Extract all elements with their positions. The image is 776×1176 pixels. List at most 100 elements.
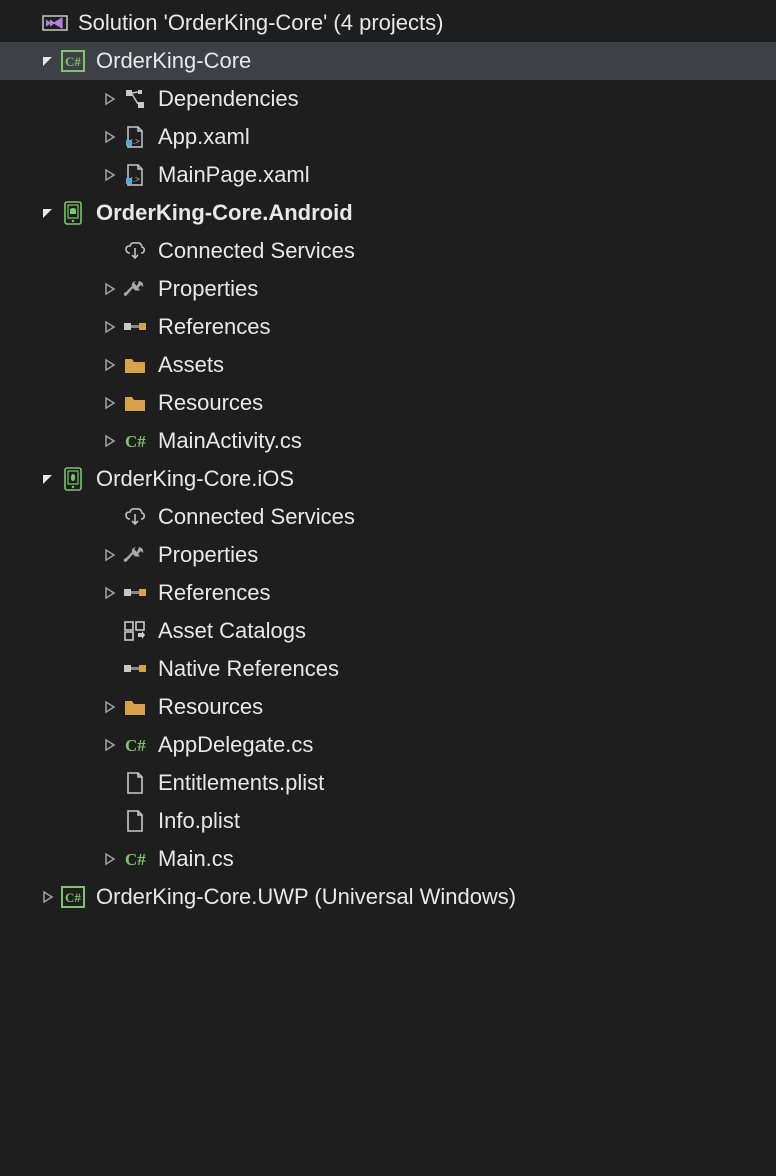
blank-arrow — [100, 773, 120, 793]
expand-toggle-icon[interactable] — [100, 127, 120, 147]
node-android-connected-label: Connected Services — [158, 240, 355, 262]
expand-toggle-icon[interactable] — [100, 165, 120, 185]
node-ios-resources[interactable]: Resources — [0, 688, 776, 726]
project-android[interactable]: OrderKing-Core.Android — [0, 194, 776, 232]
project-android-label: OrderKing-Core.Android — [96, 202, 353, 224]
node-android-references[interactable]: References — [0, 308, 776, 346]
android-project-icon — [60, 200, 86, 226]
file-icon — [122, 770, 148, 796]
csharp-file-icon: C# — [122, 846, 148, 872]
node-android-mainactivity-label: MainActivity.cs — [158, 430, 302, 452]
cloud-download-icon — [122, 238, 148, 264]
blank-arrow — [100, 507, 120, 527]
xaml-file-icon: <.> — [122, 162, 148, 188]
project-ios[interactable]: OrderKing-Core.iOS — [0, 460, 776, 498]
blank-arrow — [100, 811, 120, 831]
node-ios-appdelegate-label: AppDelegate.cs — [158, 734, 313, 756]
node-android-mainactivity[interactable]: C# MainActivity.cs — [0, 422, 776, 460]
csharp-file-icon: C# — [122, 732, 148, 758]
references-icon — [122, 656, 148, 682]
expand-toggle-icon[interactable] — [100, 545, 120, 565]
csharp-project-icon: C# — [60, 48, 86, 74]
node-ios-connected[interactable]: Connected Services — [0, 498, 776, 536]
node-android-assets-label: Assets — [158, 354, 224, 376]
expand-toggle-icon[interactable] — [100, 697, 120, 717]
wrench-icon — [122, 542, 148, 568]
node-ios-properties[interactable]: Properties — [0, 536, 776, 574]
node-ios-main[interactable]: C# Main.cs — [0, 840, 776, 878]
expand-toggle-icon[interactable] — [100, 355, 120, 375]
blank-arrow — [100, 241, 120, 261]
expand-toggle-icon[interactable] — [100, 583, 120, 603]
node-app-xaml-label: App.xaml — [158, 126, 250, 148]
node-ios-references[interactable]: References — [0, 574, 776, 612]
xaml-file-icon: <.> — [122, 124, 148, 150]
node-dependencies[interactable]: Dependencies — [0, 80, 776, 118]
expand-toggle-icon[interactable] — [38, 887, 58, 907]
svg-text:C#: C# — [125, 432, 146, 451]
node-android-assets[interactable]: Assets — [0, 346, 776, 384]
solution-label: Solution 'OrderKing-Core' (4 projects) — [78, 12, 443, 34]
node-android-connected[interactable]: Connected Services — [0, 232, 776, 270]
node-ios-native-refs-label: Native References — [158, 658, 339, 680]
references-icon — [122, 580, 148, 606]
node-mainpage-xaml-label: MainPage.xaml — [158, 164, 310, 186]
node-ios-resources-label: Resources — [158, 696, 263, 718]
csharp-project-icon: C# — [60, 884, 86, 910]
node-dependencies-label: Dependencies — [158, 88, 299, 110]
node-ios-info[interactable]: Info.plist — [0, 802, 776, 840]
node-ios-entitlements[interactable]: Entitlements.plist — [0, 764, 776, 802]
references-icon — [122, 314, 148, 340]
expand-toggle-icon[interactable] — [100, 849, 120, 869]
project-uwp-label: OrderKing-Core.UWP (Universal Windows) — [96, 886, 516, 908]
node-ios-asset-catalogs-label: Asset Catalogs — [158, 620, 306, 642]
expand-toggle-icon[interactable] — [100, 317, 120, 337]
node-android-resources[interactable]: Resources — [0, 384, 776, 422]
solution-explorer-tree: Solution 'OrderKing-Core' (4 projects) C… — [0, 0, 776, 916]
expand-toggle-icon[interactable] — [100, 89, 120, 109]
node-app-xaml[interactable]: <.> App.xaml — [0, 118, 776, 156]
node-ios-appdelegate[interactable]: C# AppDelegate.cs — [0, 726, 776, 764]
expand-toggle-icon[interactable] — [38, 203, 58, 223]
blank-arrow — [20, 13, 40, 33]
svg-text:C#: C# — [65, 54, 81, 69]
expand-toggle-icon[interactable] — [38, 469, 58, 489]
svg-text:C#: C# — [125, 736, 146, 755]
node-android-resources-label: Resources — [158, 392, 263, 414]
project-core-label: OrderKing-Core — [96, 50, 251, 72]
node-ios-native-refs[interactable]: Native References — [0, 650, 776, 688]
node-ios-connected-label: Connected Services — [158, 506, 355, 528]
folder-icon — [122, 694, 148, 720]
node-ios-asset-catalogs[interactable]: Asset Catalogs — [0, 612, 776, 650]
file-icon — [122, 808, 148, 834]
project-uwp[interactable]: C# OrderKing-Core.UWP (Universal Windows… — [0, 878, 776, 916]
node-ios-entitlements-label: Entitlements.plist — [158, 772, 324, 794]
expand-toggle-icon[interactable] — [100, 431, 120, 451]
node-ios-properties-label: Properties — [158, 544, 258, 566]
solution-node[interactable]: Solution 'OrderKing-Core' (4 projects) — [0, 4, 776, 42]
dependencies-icon — [122, 86, 148, 112]
expand-toggle-icon[interactable] — [100, 393, 120, 413]
blank-arrow — [100, 659, 120, 679]
svg-text:C#: C# — [125, 850, 146, 869]
expand-toggle-icon[interactable] — [38, 51, 58, 71]
visual-studio-icon — [42, 10, 68, 36]
expand-toggle-icon[interactable] — [100, 279, 120, 299]
asset-catalog-icon — [122, 618, 148, 644]
node-ios-info-label: Info.plist — [158, 810, 240, 832]
node-android-properties-label: Properties — [158, 278, 258, 300]
project-ios-label: OrderKing-Core.iOS — [96, 468, 294, 490]
node-ios-main-label: Main.cs — [158, 848, 234, 870]
folder-icon — [122, 390, 148, 416]
svg-text:C#: C# — [65, 890, 81, 905]
blank-arrow — [100, 621, 120, 641]
expand-toggle-icon[interactable] — [100, 735, 120, 755]
node-mainpage-xaml[interactable]: <.> MainPage.xaml — [0, 156, 776, 194]
wrench-icon — [122, 276, 148, 302]
project-core[interactable]: C# OrderKing-Core — [0, 42, 776, 80]
ios-project-icon — [60, 466, 86, 492]
node-android-references-label: References — [158, 316, 271, 338]
csharp-file-icon: C# — [122, 428, 148, 454]
node-android-properties[interactable]: Properties — [0, 270, 776, 308]
folder-icon — [122, 352, 148, 378]
